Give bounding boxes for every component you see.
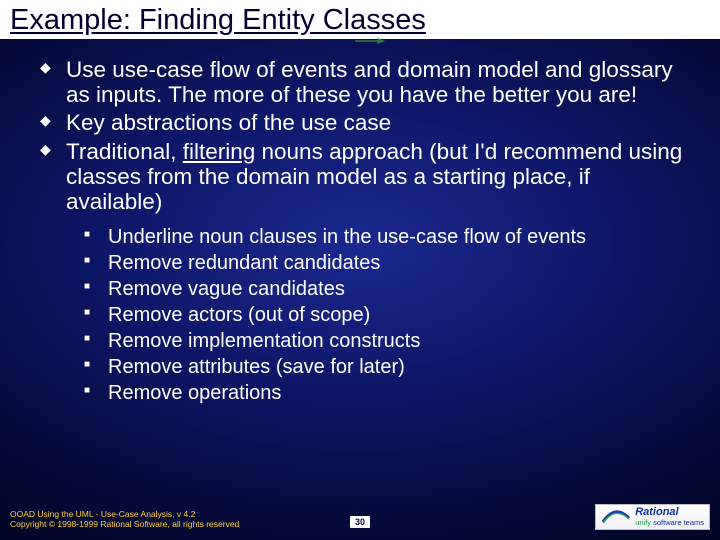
bullet-text: Remove redundant candidates: [108, 252, 380, 274]
bullet-item: Use use-case flow of events and domain m…: [36, 57, 684, 107]
bullet-text: Remove actors (out of scope): [108, 304, 370, 326]
bullet-text: Use use-case flow of events and domain m…: [66, 57, 673, 107]
logo-tagline: unify software teams: [635, 518, 704, 527]
footer-copyright: OOAD Using the UML - Use-Case Analysis, …: [10, 509, 239, 530]
bullet-sub-item: Remove vague candidates: [84, 276, 684, 302]
logo-brand: Rational: [635, 506, 678, 518]
bullet-sub-item: Remove redundant candidates: [84, 250, 684, 276]
bullet-text: Remove vague candidates: [108, 278, 345, 300]
bullet-item: Traditional, filtering nouns approach (b…: [36, 139, 684, 215]
title-bar: Example: Finding Entity Classes: [0, 0, 720, 39]
bullet-list-primary: Use use-case flow of events and domain m…: [36, 57, 684, 214]
page-number: 30: [350, 516, 370, 528]
bullet-sub-item: Remove operations: [84, 380, 684, 406]
content-area: Use use-case flow of events and domain m…: [0, 39, 720, 406]
bullet-text: Remove implementation constructs: [108, 330, 420, 352]
rational-logo-icon: [601, 508, 631, 526]
underlined-word: filtering: [183, 139, 256, 164]
bullet-text: Underline noun clauses in the use-case f…: [108, 226, 586, 248]
bullet-text: Traditional, filtering nouns approach (b…: [66, 139, 682, 214]
bullet-sub-item: Remove actors (out of scope): [84, 302, 684, 328]
logo-text: Rational unify software teams: [635, 507, 704, 527]
bullet-text: Key abstractions of the use case: [66, 110, 391, 135]
bullet-sub-item: Remove implementation constructs: [84, 328, 684, 354]
slide-title: Example: Finding Entity Classes: [10, 4, 426, 37]
bullet-sub-item: Remove attributes (save for later): [84, 354, 684, 380]
bullet-sub-item: Underline noun clauses in the use-case f…: [84, 224, 684, 250]
footer-line2: Copyright © 1998-1999 Rational Software,…: [10, 519, 239, 530]
footer: OOAD Using the UML - Use-Case Analysis, …: [10, 504, 710, 530]
slide: Example: Finding Entity Classes Use use-…: [0, 0, 720, 540]
bullet-text: Remove operations: [108, 382, 281, 404]
logo-badge: Rational unify software teams: [595, 504, 710, 530]
bullet-list-secondary: Underline noun clauses in the use-case f…: [84, 224, 684, 406]
bullet-item: Key abstractions of the use case: [36, 110, 684, 135]
bullet-text: Remove attributes (save for later): [108, 356, 405, 378]
footer-line1: OOAD Using the UML - Use-Case Analysis, …: [10, 509, 239, 520]
